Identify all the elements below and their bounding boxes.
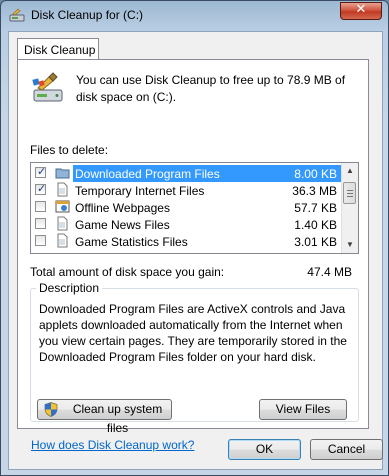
cancel-button[interactable]: Cancel: [310, 439, 383, 460]
file-checkbox[interactable]: [35, 201, 46, 212]
tab-panel: You can use Disk Cleanup to free up to 7…: [17, 59, 369, 435]
file-name: Offline Webpages: [75, 201, 170, 215]
webpage-icon: [55, 200, 70, 213]
tab-disk-cleanup[interactable]: Disk Cleanup: [17, 38, 99, 60]
file-name: Game Statistics Files: [75, 235, 188, 249]
file-size: 1.40 KB: [294, 218, 337, 232]
disk-cleanup-app-icon: [9, 8, 25, 22]
file-checkbox[interactable]: ✓: [35, 182, 47, 195]
file-size: 3.01 KB: [294, 235, 337, 249]
files-list[interactable]: ✓ Downloaded Program Files 8.00 KB ✓ Tem…: [30, 162, 359, 254]
close-icon: ✕: [355, 2, 367, 17]
scroll-up-arrow-icon[interactable]: ▲: [342, 163, 358, 179]
file-size: 36.3 MB: [292, 184, 337, 198]
total-space-label: Total amount of disk space you gain:: [30, 265, 225, 279]
list-item[interactable]: ✓ Downloaded Program Files 8.00 KB: [31, 165, 343, 182]
document-icon: [57, 216, 68, 231]
intro-text: You can use Disk Cleanup to free up to 7…: [76, 73, 346, 104]
file-checkbox[interactable]: ✓: [35, 165, 47, 178]
description-title: Description: [36, 281, 103, 295]
title-bar[interactable]: Disk Cleanup for (C:) ✕: [1, 1, 388, 31]
help-link[interactable]: How does Disk Cleanup work?: [31, 438, 194, 452]
list-item[interactable]: Game News Files 1.40 KB: [31, 216, 343, 233]
list-item[interactable]: Game Statistics Files 3.01 KB: [31, 233, 343, 250]
checkmark-icon: ✓: [37, 165, 47, 178]
scrollbar-thumb[interactable]: [343, 182, 356, 204]
uac-shield-icon: [44, 402, 58, 417]
document-icon: [57, 182, 68, 197]
clean-up-system-files-label: Clean up system files: [72, 402, 163, 435]
disk-cleanup-window: Disk Cleanup for (C:) ✕ Disk Cleanup You…: [0, 0, 389, 476]
close-button[interactable]: ✕: [340, 2, 382, 20]
total-space-value: 47.4 MB: [307, 265, 352, 279]
vertical-scrollbar[interactable]: ▲ ▼: [341, 163, 358, 253]
disk-cleanup-large-icon: [32, 72, 63, 102]
file-name: Temporary Internet Files: [75, 184, 205, 198]
clean-up-system-files-button[interactable]: Clean up system files: [37, 399, 172, 435]
file-name: Downloaded Program Files: [75, 167, 220, 181]
list-item[interactable]: ✓ Temporary Internet Files 36.3 MB: [31, 182, 343, 199]
view-files-button[interactable]: View Files: [259, 399, 347, 420]
file-checkbox[interactable]: [35, 218, 46, 229]
ok-button[interactable]: OK: [228, 439, 301, 460]
file-name: Game News Files: [75, 218, 170, 232]
document-icon: [57, 233, 68, 248]
file-checkbox[interactable]: [35, 235, 46, 246]
checkmark-icon: ✓: [37, 182, 47, 195]
list-item[interactable]: Offline Webpages 57.7 KB: [31, 199, 343, 216]
description-text: Downloaded Program Files are ActiveX con…: [39, 302, 347, 364]
window-title: Disk Cleanup for (C:): [31, 8, 144, 22]
file-size: 57.7 KB: [294, 201, 337, 215]
folder-icon: [55, 168, 70, 179]
scroll-down-arrow-icon[interactable]: ▼: [342, 237, 358, 253]
files-to-delete-label: Files to delete:: [30, 143, 109, 157]
file-size: 8.00 KB: [294, 167, 337, 181]
client-area: Disk Cleanup You can use Disk Cleanup to…: [8, 31, 383, 470]
